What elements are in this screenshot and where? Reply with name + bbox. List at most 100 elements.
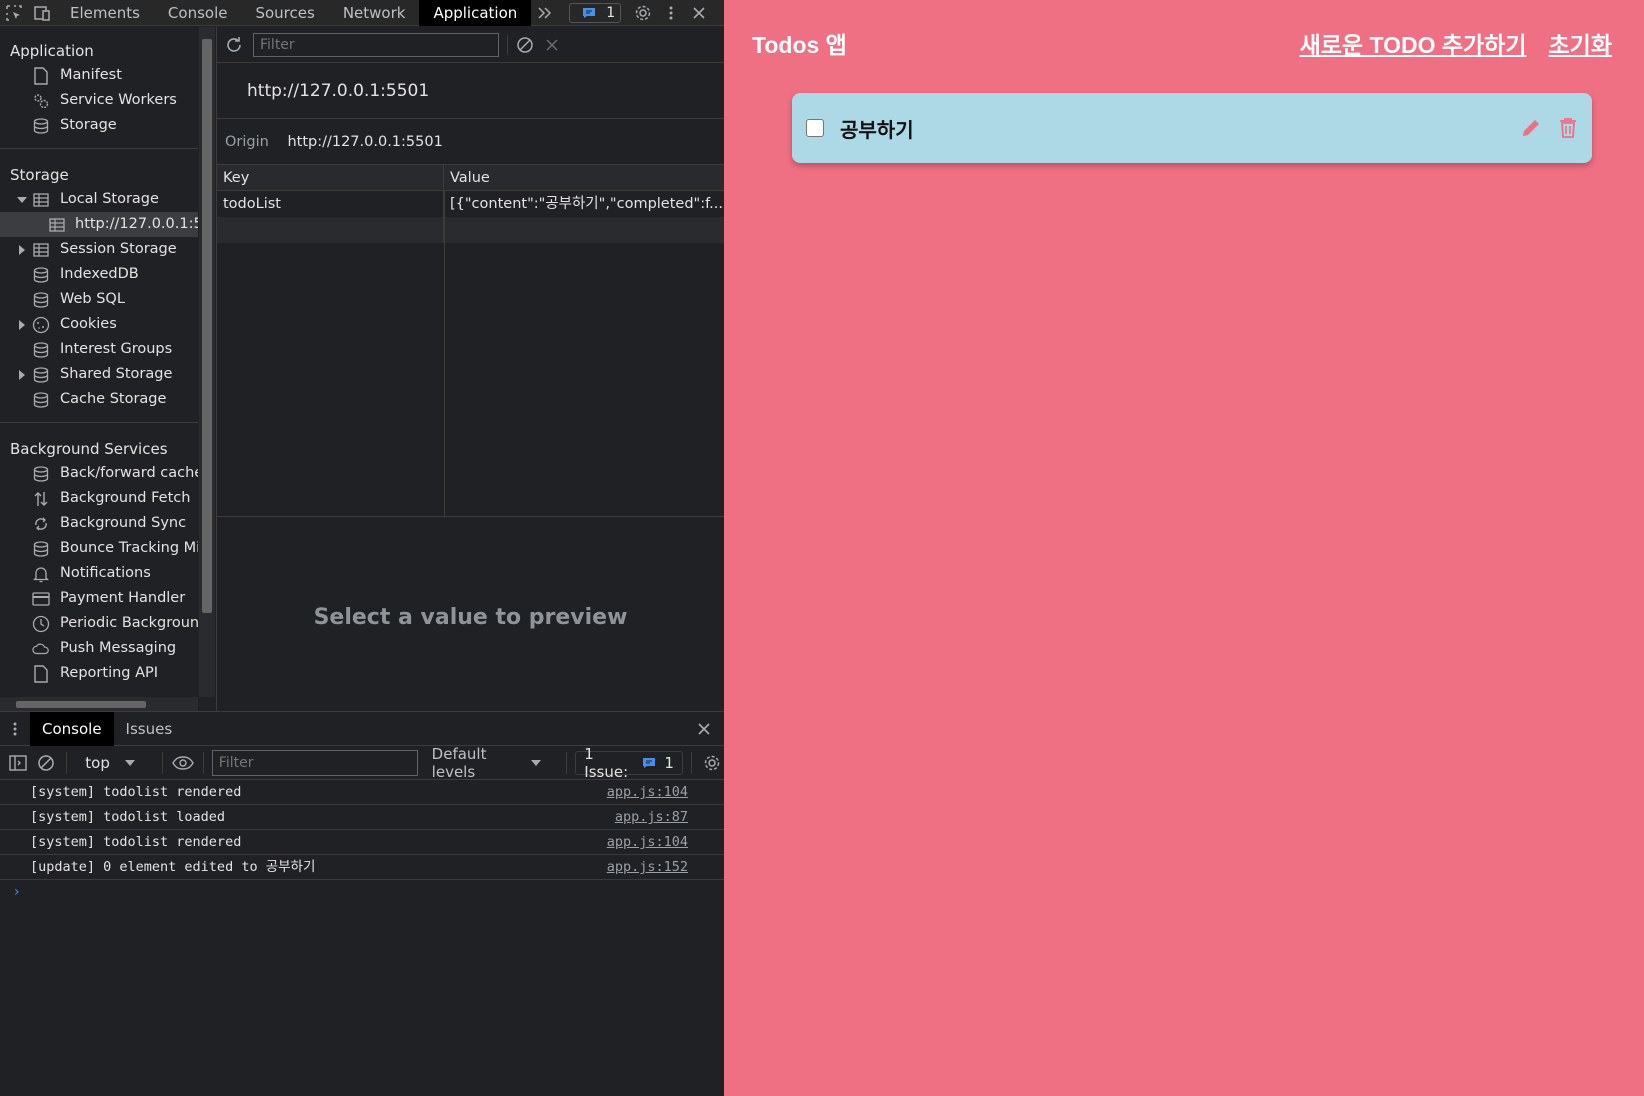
- row-key[interactable]: todoList: [217, 191, 444, 217]
- todo-actions: [1520, 117, 1578, 139]
- database-icon: [32, 341, 50, 359]
- clear-console-icon[interactable]: [34, 749, 58, 777]
- scrollbar-thumb[interactable]: [202, 39, 212, 613]
- section-background-services[interactable]: Background Services: [0, 437, 198, 461]
- log-entry: [system] todolist rendered app.js:104: [0, 780, 724, 805]
- scrollbar-thumb[interactable]: [16, 701, 146, 708]
- sidebar-item-push-messaging[interactable]: Push Messaging: [0, 636, 198, 661]
- log-entry: [update] 0 element edited to 공부하기 app.js…: [0, 855, 724, 880]
- log-source-link[interactable]: app.js:152: [607, 855, 688, 879]
- sidebar-item-local-storage-origin[interactable]: http://127.0.0.1:5501: [0, 212, 198, 237]
- file-icon: [32, 665, 50, 683]
- drawer-tab-issues[interactable]: Issues: [114, 712, 185, 746]
- sidebar-toggle-icon[interactable]: [6, 749, 30, 777]
- more-tabs-icon[interactable]: [531, 0, 559, 26]
- sidebar-item-notifications[interactable]: Notifications: [0, 561, 198, 586]
- console-filter-input[interactable]: [211, 749, 418, 776]
- sidebar-item-interest-groups[interactable]: Interest Groups: [0, 337, 198, 362]
- sidebar-item-payment-handler[interactable]: Payment Handler: [0, 586, 198, 611]
- settings-gear-icon[interactable]: [629, 0, 657, 26]
- issues-badge[interactable]: 1: [569, 0, 622, 26]
- column-header-key[interactable]: Key: [217, 165, 444, 190]
- console-settings-gear-icon[interactable]: [700, 749, 724, 777]
- sidebar-vertical-scrollbar[interactable]: [199, 27, 215, 697]
- section-application[interactable]: Application: [0, 39, 198, 63]
- collapsed-arrow-icon[interactable]: [17, 370, 27, 380]
- close-devtools-icon[interactable]: [685, 0, 713, 26]
- drawer-tab-console[interactable]: Console: [30, 711, 114, 746]
- close-drawer-icon[interactable]: [684, 712, 724, 746]
- sidebar-item-cache-storage[interactable]: Cache Storage: [0, 387, 198, 412]
- tab-application[interactable]: Application: [419, 0, 532, 26]
- delete-selected-icon[interactable]: [546, 38, 558, 51]
- log-levels-dropdown[interactable]: Default levels: [422, 745, 559, 781]
- refresh-icon[interactable]: [225, 36, 243, 54]
- device-toolbar-icon[interactable]: [28, 0, 56, 26]
- sidebar-item-bounce-tracking[interactable]: Bounce Tracking Mitigations: [0, 536, 198, 561]
- tab-network[interactable]: Network: [329, 0, 420, 26]
- sidebar-item-session-storage[interactable]: Session Storage: [0, 237, 198, 262]
- clear-all-icon[interactable]: [516, 36, 534, 54]
- sidebar-item-shared-storage[interactable]: Shared Storage: [0, 362, 198, 387]
- console-log-list: [system] todolist rendered app.js:104 [s…: [0, 780, 724, 904]
- message-icon: [575, 0, 603, 26]
- log-source-link[interactable]: app.js:104: [607, 780, 688, 804]
- drawer-menu-icon[interactable]: [0, 712, 30, 746]
- empty-cell: [217, 217, 444, 243]
- collapsed-arrow-icon[interactable]: [17, 320, 27, 330]
- table-row[interactable]: todoList [{"content":"공부하기","completed":…: [217, 191, 724, 217]
- reset-link[interactable]: 초기화: [1549, 26, 1612, 60]
- eye-icon[interactable]: [171, 749, 195, 777]
- log-message: [system] todolist rendered: [30, 784, 242, 800]
- column-header-value[interactable]: Value: [444, 165, 724, 190]
- sidebar-item-local-storage[interactable]: Local Storage: [0, 187, 198, 212]
- database-icon: [32, 391, 50, 409]
- edit-pencil-icon[interactable]: [1520, 117, 1542, 139]
- storage-filter-input[interactable]: [253, 32, 499, 57]
- todo-text: 공부하기: [840, 119, 914, 142]
- empty-row[interactable]: [217, 217, 724, 243]
- inspect-element-icon[interactable]: [0, 0, 28, 26]
- log-message: [update] 0 element edited to 공부하기: [30, 859, 316, 875]
- sidebar-item-manifest[interactable]: Manifest: [0, 63, 198, 88]
- cookie-icon: [32, 316, 50, 334]
- todo-checkbox[interactable]: [806, 119, 824, 137]
- sidebar-horizontal-scrollbar[interactable]: [0, 697, 198, 711]
- sidebar-item-periodic-background-sync[interactable]: Periodic Background Sync: [0, 611, 198, 636]
- log-message: [system] todolist loaded: [30, 809, 226, 825]
- bell-icon: [32, 565, 50, 583]
- log-message: [system] todolist rendered: [30, 834, 242, 850]
- sidebar-item-background-fetch[interactable]: Background Fetch: [0, 486, 198, 511]
- tab-elements[interactable]: Elements: [56, 0, 154, 26]
- collapsed-arrow-icon[interactable]: [17, 245, 27, 255]
- sidebar-item-reporting-api[interactable]: Reporting API: [0, 661, 198, 686]
- console-prompt[interactable]: ›: [0, 880, 724, 904]
- sidebar-item-web-sql[interactable]: Web SQL: [0, 287, 198, 312]
- sidebar-item-service-workers[interactable]: Service Workers: [0, 88, 198, 113]
- section-storage[interactable]: Storage: [0, 163, 198, 187]
- sidebar-item-cookies[interactable]: Cookies: [0, 312, 198, 337]
- issues-count: 1: [606, 4, 616, 21]
- sidebar-item-storage[interactable]: Storage: [0, 113, 198, 138]
- console-issues-button[interactable]: 1 Issue: 1: [575, 745, 683, 781]
- sidebar-item-back-forward-cache[interactable]: Back/forward cache: [0, 461, 198, 486]
- log-source-link[interactable]: app.js:87: [615, 805, 688, 829]
- delete-trash-icon[interactable]: [1558, 117, 1578, 139]
- divider: [161, 751, 163, 774]
- storage-toolbar: [217, 27, 724, 63]
- column-divider: [444, 191, 445, 516]
- tab-sources[interactable]: Sources: [241, 0, 328, 26]
- table-icon: [32, 191, 50, 209]
- add-todo-link[interactable]: 새로운 TODO 추가하기: [1300, 26, 1527, 60]
- tab-console[interactable]: Console: [154, 0, 242, 26]
- more-options-icon[interactable]: [657, 0, 685, 26]
- log-source-link[interactable]: app.js:104: [607, 830, 688, 854]
- row-value[interactable]: [{"content":"공부하기","completed":f...: [444, 191, 724, 217]
- sidebar-item-indexeddb[interactable]: IndexedDB: [0, 262, 198, 287]
- storage-table: Key Value todoList [{"content":"공부하기","c…: [217, 165, 724, 517]
- context-selector[interactable]: top: [75, 749, 154, 777]
- sidebar-item-background-sync[interactable]: Background Sync: [0, 511, 198, 536]
- origin-label: Origin: [225, 134, 269, 150]
- expanded-arrow-icon[interactable]: [17, 195, 27, 205]
- table-icon: [32, 241, 50, 259]
